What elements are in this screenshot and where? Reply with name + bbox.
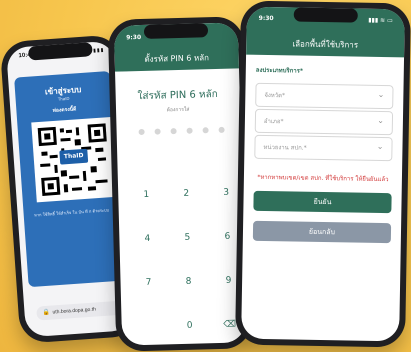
url-bar[interactable]: 🔒 uth.bora.dopa.go.th <box>36 300 123 321</box>
status-time: 9:30 <box>126 33 142 42</box>
keypad-key-1[interactable]: 1 <box>126 184 167 205</box>
pin-subtitle: ต้องการใส่ <box>166 106 190 114</box>
province-placeholder: จังหวัด* <box>264 91 286 100</box>
service-title: เลือกพื้นที่ใช้บริการ <box>292 39 359 50</box>
province-select[interactable]: จังหวัด* ⌄ <box>255 82 394 110</box>
pin-dots <box>138 126 235 138</box>
qr-logo: ThaID <box>59 148 89 165</box>
chevron-down-icon: ⌄ <box>377 89 385 100</box>
warning-text: *หากหาพบเขต/เขต สปก. ที่ใช้บริการ ให้ยืน… <box>257 173 389 184</box>
url-text: uth.bora.dopa.go.th <box>52 306 97 316</box>
phone-right: 9:30 ▮▮▮ ≋ ▭ เลือกพื้นที่ใช้บริการ ลงประ… <box>235 0 411 348</box>
district-placeholder: อำเภอ* <box>263 117 284 126</box>
service-section-label: ลงประเภทบริการ* <box>255 66 304 75</box>
confirm-button[interactable]: ยืนยัน <box>253 190 392 214</box>
chevron-down-icon: ⌄ <box>377 115 385 126</box>
pin-dot <box>202 127 209 134</box>
signal-icon: ▮▮▮ <box>92 47 105 55</box>
pin-heading: ใส่รหัส PIN 6 หลัก <box>137 88 218 103</box>
pin-dot <box>186 127 193 134</box>
keypad-key-4[interactable]: 4 <box>127 228 168 249</box>
pin-header-title: ตั้งรหัส PIN 6 หลัก <box>144 53 210 64</box>
pin-keypad: 1 2 3 4 5 6 7 8 9 0 ⌫ <box>118 182 246 345</box>
keypad-key-5[interactable]: 5 <box>167 227 208 248</box>
backspace-icon: ⌫ <box>223 319 237 330</box>
keypad-key-7[interactable]: 7 <box>128 272 169 293</box>
pin-dot <box>138 128 145 136</box>
keypad-key-2[interactable]: 2 <box>166 183 207 204</box>
login-note: หาก ใช้สิทธิ์ ให้สำเร็จ ใน บัน ทึ ก ด้วย… <box>33 207 110 218</box>
district-select[interactable]: อำเภอ* ⌄ <box>254 108 394 136</box>
login-card: เข้าสู่ระบบ ThaID ท่องตรงนี้ดี ThaID หาก… <box>14 70 125 288</box>
status-icons: ▮▮▮ ≋ ▭ <box>368 16 393 25</box>
phone-middle-screen: 9:30 ตั้งรหัส PIN 6 หลัก ใส่รหัส PIN 6 ห… <box>113 22 247 346</box>
office-placeholder: หน่วยงาน สปก.* <box>263 143 307 152</box>
phone-middle: 9:30 ตั้งรหัส PIN 6 หลัก ใส่รหัส PIN 6 ห… <box>107 16 253 352</box>
keypad-key-0[interactable]: 0 <box>169 315 210 336</box>
pin-dot <box>218 126 225 133</box>
phone-right-screen: 9:30 ▮▮▮ ≋ ▭ เลือกพื้นที่ใช้บริการ ลงประ… <box>241 6 405 342</box>
chevron-down-icon: ⌄ <box>376 141 384 152</box>
pin-dot <box>154 128 161 135</box>
back-button[interactable]: ย้อนกลับ <box>252 220 392 244</box>
status-time: 9:30 <box>258 14 274 23</box>
pin-dot <box>170 128 177 135</box>
qr-code: ThaID <box>31 116 117 203</box>
office-select[interactable]: หน่วยงาน สปก.* ⌄ <box>254 134 393 162</box>
login-label: ท่องตรงนี้ดี <box>52 106 77 115</box>
keypad-key-8[interactable]: 8 <box>168 271 209 292</box>
phone-notch <box>293 7 358 23</box>
phone-notch <box>143 23 209 39</box>
lock-icon: 🔒 <box>42 309 51 317</box>
